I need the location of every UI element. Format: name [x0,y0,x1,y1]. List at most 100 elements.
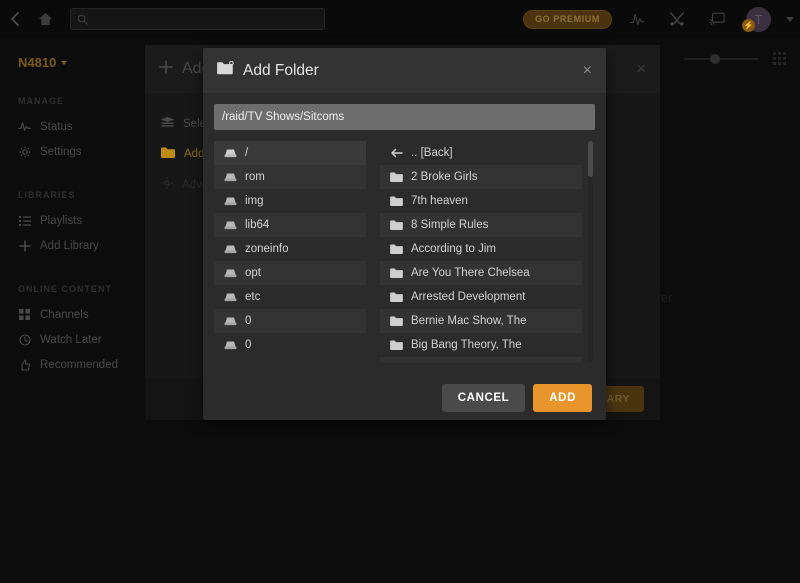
folder-icon [390,316,403,327]
grid-icon [18,308,31,321]
add-folder-dialog-title-text: Add Folder [243,61,319,79]
drive-list-item[interactable]: opt [214,261,366,285]
go-premium-button[interactable]: GO PREMIUM [522,9,612,29]
plus-icon [18,239,31,252]
server-selector[interactable]: N4810 [0,38,150,70]
activity-button[interactable] [622,4,652,34]
scrollbar-thumb[interactable] [588,141,593,177]
tools-button[interactable] [662,4,692,34]
drive-list-item[interactable]: etc [214,285,366,309]
sidebar-item-watch-later[interactable]: Watch Later [0,327,150,352]
folder-list-item[interactable]: 2 Broke Girls [380,165,582,189]
drive-label: / [245,147,249,159]
drive-list-item[interactable]: 0 [214,333,366,357]
user-menu[interactable]: T ⚡ [742,4,774,34]
app-root: GO PREMIUM T ⚡ N4810 MANAGE Status Setti… [0,0,800,583]
cancel-button[interactable]: CANCEL [441,383,526,412]
folder-list-item-back[interactable]: .. [Back] [380,141,582,165]
drive-icon [224,172,237,183]
folder-list-scrollbar[interactable] [588,141,593,363]
layers-icon [161,117,174,131]
search-box[interactable] [70,8,325,30]
grid-view-icon[interactable] [773,52,786,65]
close-icon[interactable]: × [636,59,646,79]
chevron-down-icon[interactable] [786,16,794,22]
drive-list[interactable]: / rom img lib64 zoneinfo opt etc 0 0 [214,141,366,363]
slider-track [684,57,759,60]
sidebar-item-recommended[interactable]: Recommended [0,352,150,377]
folder-icon [390,220,403,231]
drive-icon [224,340,237,351]
folder-label: Bernie Mac Show, The [411,315,527,327]
folder-path-input[interactable] [214,104,595,130]
folder-list-item[interactable]: 7th heaven [380,189,582,213]
back-button[interactable] [0,4,30,34]
chevron-down-icon [61,60,68,65]
sidebar-item-label: Status [40,120,73,133]
folder-icon [390,292,403,303]
add-folder-dialog-header: Add Folder × [203,48,606,93]
search-input[interactable] [88,13,324,25]
drive-list-item[interactable]: rom [214,165,366,189]
drive-icon [224,268,237,279]
close-icon[interactable]: × [583,62,592,79]
add-folder-dialog-body: / rom img [203,93,606,363]
sidebar-item-label: Recommended [40,358,118,371]
drive-label: zoneinfo [245,243,289,255]
activity-icon [18,120,31,133]
add-button[interactable]: ADD [533,383,592,412]
folder-list-item[interactable]: According to Jim [380,237,582,261]
avatar-badge: ⚡ [742,19,755,32]
thumbnail-size-slider[interactable] [684,53,759,65]
list-icon [18,214,31,227]
folder-list-item[interactable]: 8 Simple Rules [380,213,582,237]
thumbs-up-icon [18,358,31,371]
folder-icon [390,172,403,183]
sidebar-group-manage: MANAGE [18,96,64,106]
search-icon [77,14,88,25]
drive-list-item[interactable]: 0 [214,309,366,333]
folder-label: Arrested Development [411,291,526,303]
folder-list[interactable]: .. [Back] 2 Broke Girls 7th heaven 8 Sim… [380,141,582,363]
sidebar-item-channels[interactable]: Channels [0,302,150,327]
slider-knob[interactable] [710,53,720,64]
drive-label: rom [245,171,265,183]
sidebar-item-label: Playlists [40,214,83,227]
folder-list-item[interactable]: Arrested Development [380,285,582,309]
folder-label: 7th heaven [411,195,468,207]
drive-list-item[interactable]: / [214,141,366,165]
folder-icon [390,340,403,351]
add-folder-dialog-footer: CANCEL ADD [203,375,606,420]
folder-label: Big Bang Theory, The [411,339,522,351]
gear-icon [161,177,173,192]
sidebar-item-label: Channels [40,308,89,321]
top-bar-actions: GO PREMIUM T ⚡ [522,0,794,38]
sidebar-item-settings[interactable]: Settings [0,139,150,164]
sidebar-item-playlists[interactable]: Playlists [0,208,150,233]
drive-list-item[interactable]: zoneinfo [214,237,366,261]
drive-icon [224,244,237,255]
sidebar-group-online-content: ONLINE CONTENT [18,284,112,294]
folder-list-item[interactable]: Are You There Chelsea [380,261,582,285]
folder-label: 2 Broke Girls [411,171,478,183]
sidebar-item-add-library[interactable]: Add Library [0,233,150,258]
folder-list-item[interactable]: Big Bang Theory, The [380,333,582,357]
folder-label: .. [Back] [411,147,453,159]
gear-icon [18,145,31,158]
drive-label: img [245,195,264,207]
drive-icon [224,196,237,207]
drive-list-item[interactable]: img [214,189,366,213]
cast-button[interactable] [702,4,732,34]
drive-label: 0 [245,315,252,327]
folder-list-item[interactable]: Blossom [380,357,582,363]
sidebar: N4810 MANAGE Status Settings LIBRARIES P… [0,38,150,583]
drive-label: etc [245,291,261,303]
browser-columns: / rom img lib64 zoneinfo opt etc 0 0 .. … [214,141,595,363]
folder-list-item[interactable]: Bernie Mac Show, The [380,309,582,333]
drive-label: 0 [245,339,252,351]
home-button[interactable] [30,4,60,34]
drive-list-item[interactable]: lib64 [214,213,366,237]
sidebar-item-status[interactable]: Status [0,114,150,139]
plus-icon [159,59,173,79]
drive-icon [224,148,237,159]
